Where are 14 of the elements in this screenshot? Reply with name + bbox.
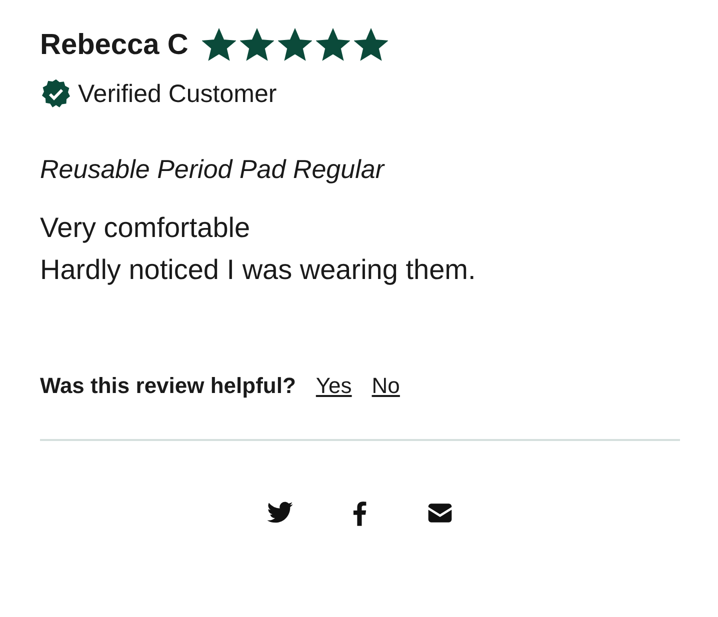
star-icon bbox=[202, 28, 236, 62]
helpful-question: Was this review helpful? bbox=[40, 373, 296, 399]
reviewer-name: Rebecca C bbox=[40, 28, 188, 62]
verified-badge-icon bbox=[40, 78, 72, 110]
star-icon bbox=[240, 28, 274, 62]
star-icon bbox=[278, 28, 312, 62]
star-icon bbox=[354, 28, 388, 62]
review-body: Hardly noticed I was wearing them. bbox=[40, 253, 477, 287]
star-icon bbox=[316, 28, 350, 62]
vote-link[interactable]: No bbox=[372, 373, 400, 399]
review-title: Very comfortable bbox=[40, 211, 252, 245]
verified-label: Verified Customer bbox=[78, 80, 277, 108]
vote-link[interactable]: Yes bbox=[316, 373, 352, 399]
product-name: Reusable Period Pad Regular bbox=[40, 154, 386, 185]
